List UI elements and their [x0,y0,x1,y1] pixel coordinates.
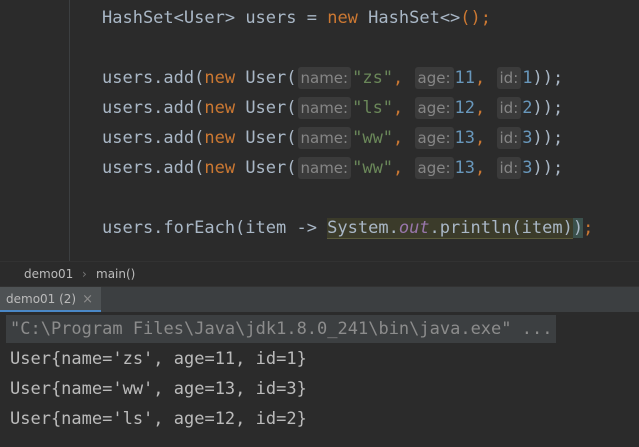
close-icon[interactable]: × [82,292,93,307]
code-line-add-4[interactable]: users.add(new User(name: "ww", age: 13, id… [102,153,563,183]
system-class: System. [327,218,399,239]
code-editor[interactable]: HashSet<User> users = new HashSet<>(); u… [0,0,639,261]
variable-decl: users = [235,8,328,28]
name-literal: "zs" [352,68,394,88]
matched-paren: ) [572,218,584,238]
out-field: out [398,218,430,239]
name-literal: "ww" [352,128,394,148]
param-hint-id: id: [496,67,522,89]
console-command-line[interactable]: "C:\Program Files\Java\jdk1.8.0_241\bin\… [6,315,557,343]
hashset-constructor: HashSet [357,8,440,28]
id-literal: 3 [522,158,533,178]
breadcrumb-separator: › [82,267,87,281]
age-literal: 13 [454,128,476,148]
age-literal: 13 [454,158,476,178]
keyword-new: new [327,8,358,28]
breadcrumb: demo01 › main() [0,261,639,287]
keyword-new: new [204,68,236,88]
name-literal: "ls" [352,98,394,118]
statement-end: )); [532,128,564,148]
param-hint-age: age: [414,97,454,119]
code-line-add-3[interactable]: users.add(new User(name: "ww", age: 13, id… [102,123,563,153]
param-hint-age: age: [414,157,454,179]
param-hint-id: id: [496,97,522,119]
id-literal: 1 [522,68,533,88]
add-call: users.add( [102,68,205,88]
console-output-line: User{name='ww', age=13, id=3} [10,379,307,399]
name-literal: "ww" [352,158,394,178]
gutter-divider [69,0,70,261]
console-output-line: User{name='zs', age=11, id=1} [10,349,307,369]
param-hint-name: name: [297,157,352,179]
statement-end: ; [583,218,594,238]
println-call: .println(item) [429,218,573,239]
age-literal: 12 [454,98,476,118]
code-line-foreach[interactable]: users.forEach(item -> System.out.println… [102,213,593,243]
code-line-add-2[interactable]: users.add(new User(name: "ls", age: 12, id… [102,93,563,123]
param-hint-name: name: [297,67,352,89]
run-console[interactable]: "C:\Program Files\Java\jdk1.8.0_241\bin\… [0,312,639,447]
user-constructor: User( [235,158,297,178]
diamond-operator: <> [439,8,461,28]
breadcrumb-class[interactable]: demo01 [24,267,73,281]
user-constructor: User( [235,128,297,148]
add-call: users.add( [102,158,205,178]
param-hint-name: name: [297,127,352,149]
keyword-new: new [204,158,236,178]
run-tab-demo01[interactable]: demo01 (2) × [0,287,102,312]
param-hint-name: name: [297,97,352,119]
user-constructor: User( [235,68,297,88]
param-hint-id: id: [496,157,522,179]
user-constructor: User( [235,98,297,118]
id-literal: 3 [522,128,533,148]
breadcrumb-method[interactable]: main() [96,267,135,281]
param-hint-id: id: [496,127,522,149]
statement-end: )); [532,158,564,178]
code-line-add-1[interactable]: users.add(new User(name: "zs", age: 11, id… [102,63,563,93]
param-hint-age: age: [414,127,454,149]
statement-end: (); [460,8,492,28]
hashset-type: HashSet [102,8,174,28]
generic-type: <User> [173,8,236,28]
add-call: users.add( [102,128,205,148]
run-tab-label: demo01 (2) [6,292,77,306]
param-hint-age: age: [414,67,454,89]
keyword-new: new [204,98,236,118]
statement-end: )); [532,98,564,118]
run-tab-bar: demo01 (2) × [0,286,639,313]
add-call: users.add( [102,98,205,118]
id-literal: 2 [522,98,533,118]
age-literal: 11 [454,68,476,88]
statement-end: )); [532,68,564,88]
console-output-line: User{name='ls', age=12, id=2} [10,409,307,429]
foreach-call: users.forEach(item -> [102,218,328,238]
keyword-new: new [204,128,236,148]
code-line-hashset[interactable]: HashSet<User> users = new HashSet<>(); [102,3,491,33]
